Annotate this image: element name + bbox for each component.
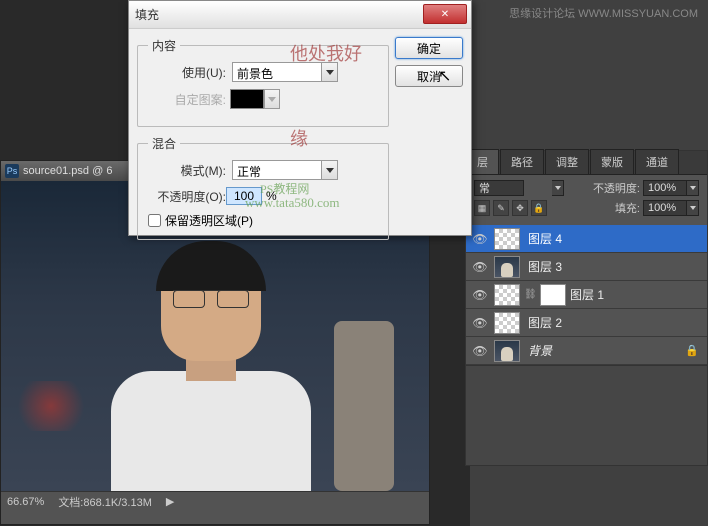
tab-adjustments[interactable]: 调整 xyxy=(545,149,589,174)
layer-row[interactable]: 👁 图层 2 xyxy=(466,309,707,337)
ps-icon: Ps xyxy=(5,164,19,178)
opacity-input[interactable] xyxy=(226,187,262,205)
stone-pillar xyxy=(334,321,394,491)
pattern-dropdown xyxy=(264,89,280,109)
fill-dropdown-icon[interactable] xyxy=(687,200,699,216)
visibility-icon[interactable]: 👁 xyxy=(470,257,490,277)
dialog-titlebar[interactable]: 填充 ✕ xyxy=(129,1,471,29)
layer-thumbnail[interactable] xyxy=(494,312,520,334)
layer-fill-value[interactable]: 100% xyxy=(643,200,687,216)
top-watermark: 思缘设计论坛 WWW.MISSYUAN.COM xyxy=(509,5,698,25)
document-statusbar: 66.67% 文档:868.1K/3.13M ▶ xyxy=(1,491,429,511)
content-fieldset: 内容 使用(U): 前景色 自定图案: xyxy=(137,37,389,127)
tab-channels[interactable]: 通道 xyxy=(635,149,679,174)
use-value: 前景色 xyxy=(232,62,322,82)
tab-paths[interactable]: 路径 xyxy=(500,149,544,174)
close-button[interactable]: ✕ xyxy=(423,4,467,24)
use-label: 使用(U): xyxy=(148,64,226,81)
panel-empty-area xyxy=(466,365,707,465)
layer-row[interactable]: 👁 ⛓ 图层 1 xyxy=(466,281,707,309)
layer-opacity-value[interactable]: 100% xyxy=(643,180,687,196)
layer-row[interactable]: 👁 背景 🔒 xyxy=(466,337,707,365)
fill-dialog: 填充 ✕ 内容 使用(U): 前景色 自定图案: xyxy=(128,0,472,236)
preserve-transparency-checkbox[interactable] xyxy=(148,214,161,227)
layer-options: 常 不透明度: 100% ▦ ✎ ✥ 🔒 填充: 100% xyxy=(466,175,707,225)
content-legend: 内容 xyxy=(148,37,180,54)
blend-fieldset: 混合 模式(M): 正常 不透明度(O): % 保留透明区域(P) xyxy=(137,135,389,240)
person-photo xyxy=(101,261,321,491)
zoom-level[interactable]: 66.67% xyxy=(7,496,44,508)
chevron-down-icon[interactable] xyxy=(322,160,338,180)
use-dropdown[interactable]: 前景色 xyxy=(232,62,338,82)
opacity-label: 不透明度(O): xyxy=(148,188,226,205)
tab-masks[interactable]: 蒙版 xyxy=(590,149,634,174)
layer-thumbnail[interactable] xyxy=(494,228,520,250)
file-label: 文档: xyxy=(58,497,83,509)
lock-icon: 🔒 xyxy=(685,344,699,357)
lock-transparent-icon[interactable]: ▦ xyxy=(474,200,490,216)
layer-name[interactable]: 背景 xyxy=(528,342,685,359)
mode-value: 正常 xyxy=(232,160,322,180)
layers-panel: 层 路径 调整 蒙版 通道 常 不透明度: 100% ▦ ✎ ✥ 🔒 填充: 1… xyxy=(465,150,708,466)
panel-tabs: 层 路径 调整 蒙版 通道 xyxy=(466,151,707,175)
pattern-swatch xyxy=(230,89,264,109)
mode-label: 模式(M): xyxy=(148,162,226,179)
cancel-button[interactable]: 取消 xyxy=(395,65,463,87)
lock-all-icon[interactable]: 🔒 xyxy=(531,200,547,216)
link-icon[interactable]: ⛓ xyxy=(524,289,538,300)
layers-list: 👁 图层 4 👁 图层 3 👁 ⛓ 图层 1 👁 图层 2 👁 背景 🔒 xyxy=(466,225,707,365)
status-arrow-icon[interactable]: ▶ xyxy=(166,495,174,508)
blend-dropdown-icon[interactable] xyxy=(552,180,564,196)
mask-thumbnail[interactable] xyxy=(540,284,566,306)
lock-pixels-icon[interactable]: ✎ xyxy=(493,200,509,216)
blend-legend: 混合 xyxy=(148,135,180,152)
document-title: source01.psd @ 6 xyxy=(23,165,112,177)
layer-thumbnail[interactable] xyxy=(494,284,520,306)
layer-row[interactable]: 👁 图层 4 xyxy=(466,225,707,253)
background-lights xyxy=(11,381,91,431)
opacity-label: 不透明度: xyxy=(593,180,640,196)
layer-name[interactable]: 图层 2 xyxy=(528,314,703,331)
layer-name[interactable]: 图层 3 xyxy=(528,258,703,275)
layer-row[interactable]: 👁 图层 3 xyxy=(466,253,707,281)
mode-dropdown[interactable]: 正常 xyxy=(232,160,338,180)
fill-label: 填充: xyxy=(615,200,640,216)
chevron-down-icon[interactable] xyxy=(322,62,338,82)
layer-thumbnail[interactable] xyxy=(494,340,520,362)
custom-pattern-label: 自定图案: xyxy=(148,91,226,108)
layer-name[interactable]: 图层 1 xyxy=(570,286,703,303)
visibility-icon[interactable]: 👁 xyxy=(470,313,490,333)
layer-name[interactable]: 图层 4 xyxy=(528,230,703,247)
ok-button[interactable]: 确定 xyxy=(395,37,463,59)
opacity-dropdown-icon[interactable] xyxy=(687,180,699,196)
visibility-icon[interactable]: 👁 xyxy=(470,285,490,305)
opacity-percent: % xyxy=(266,189,277,203)
blend-mode-select[interactable]: 常 xyxy=(474,180,524,196)
visibility-icon[interactable]: 👁 xyxy=(470,229,490,249)
visibility-icon[interactable]: 👁 xyxy=(470,341,490,361)
dialog-title: 填充 xyxy=(135,6,159,23)
lock-position-icon[interactable]: ✥ xyxy=(512,200,528,216)
preserve-label: 保留透明区域(P) xyxy=(165,212,253,229)
layer-thumbnail[interactable] xyxy=(494,256,520,278)
file-size: 868.1K/3.13M xyxy=(83,497,152,509)
